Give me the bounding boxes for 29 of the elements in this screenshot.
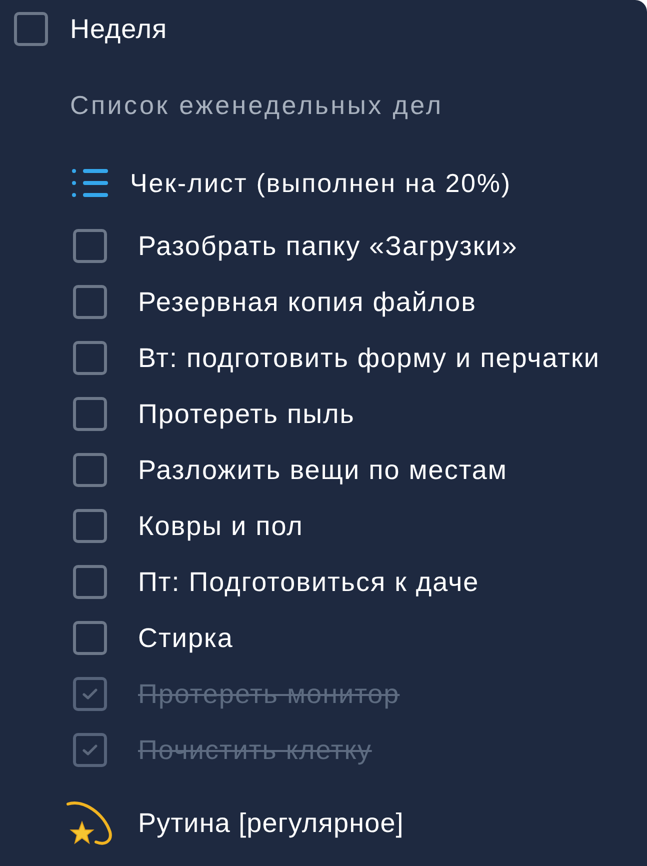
checked-checkbox[interactable] [73,677,107,711]
task-description: Список еженедельных дел [70,91,444,119]
checklist-title: Чек-лист (выполнен на 20%) [130,168,512,198]
checkbox[interactable] [73,621,107,655]
checkbox[interactable] [73,397,107,431]
checkbox[interactable] [73,285,107,319]
checklist-item-text: Пт: Подготовиться к даче [138,566,480,598]
checkbox[interactable] [73,509,107,543]
checkbox[interactable] [73,453,107,487]
checked-checkbox[interactable] [73,733,107,767]
checkmark-icon [82,744,98,756]
checklist-item-text: Стирка [138,622,234,654]
checklist-item-text: Резервная копия файлов [138,286,476,318]
checkmark-icon [82,688,98,700]
checklist-item-text: Почистить клетку [138,734,372,766]
checkbox[interactable] [73,341,107,375]
checklist-icon [72,168,108,198]
checklist-item-text: Ковры и пол [138,510,304,542]
checkbox[interactable] [14,12,48,46]
checkbox[interactable] [73,229,107,263]
checklist-item-text: Разобрать папку «Загрузки» [138,230,518,262]
checklist-item-text: Протереть монитор [138,678,400,710]
checklist-item-text: Вт: подготовить форму и перчатки [138,342,600,374]
checkbox[interactable] [73,565,107,599]
task-title: Неделя [70,13,168,45]
checklist-item-text: Разложить вещи по местам [138,454,508,486]
checklist-item-text: Протереть пыль [138,398,355,430]
shooting-star-icon [66,800,112,846]
routine-label: Рутина [регулярное] [138,807,404,839]
